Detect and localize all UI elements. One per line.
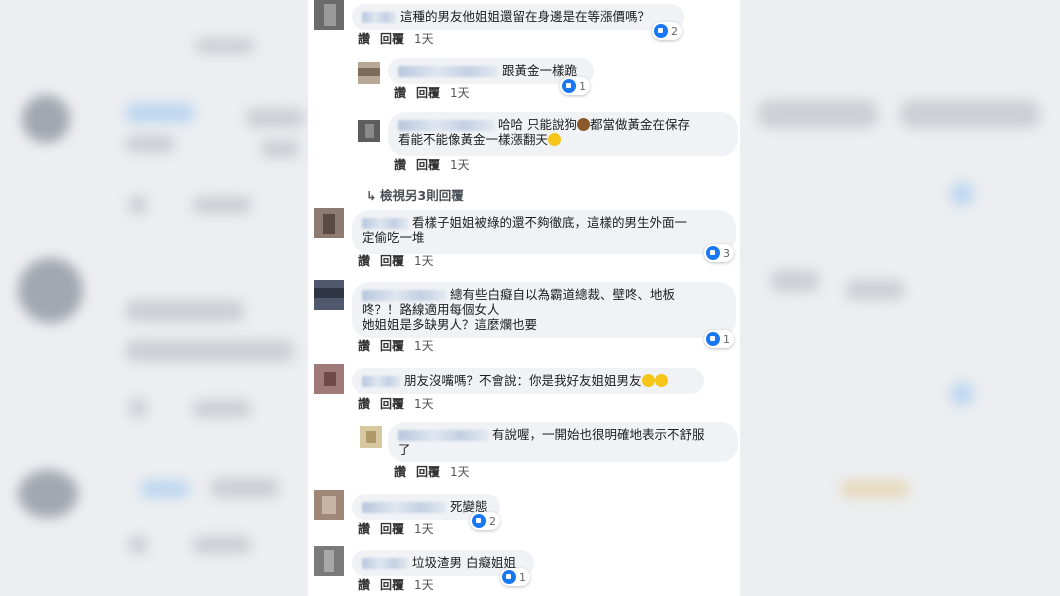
timestamp[interactable]: 1天 xyxy=(450,465,470,479)
comment-actions: 讚回覆 1天 xyxy=(358,395,444,412)
comment-actions: 讚回覆 1天 xyxy=(358,252,444,269)
comment-text: 了 xyxy=(398,442,411,457)
comment-actions: 讚回覆 1天 xyxy=(358,337,444,354)
blurred-author-name[interactable] xyxy=(362,502,446,513)
comment-text: 咚？！路線適用每個女人 xyxy=(362,302,500,317)
reaction-count[interactable]: 1 xyxy=(500,568,530,586)
timestamp[interactable]: 1天 xyxy=(414,522,434,536)
reply-button[interactable]: 回覆 xyxy=(380,254,404,268)
comment-actions: 讚回覆 1天 xyxy=(358,30,444,47)
avatar[interactable] xyxy=(314,208,344,238)
comment-actions: 讚回覆 1天 xyxy=(394,156,480,173)
comment-feed: 這種的男友他姐姐還留在身邊是在等漲價嗎？ 2 讚回覆 1天 跟黃金一樣跪 1 讚回… xyxy=(308,0,740,596)
timestamp[interactable]: 1天 xyxy=(450,158,470,172)
comment-text: 哈哈 只能說狗 xyxy=(498,117,577,132)
laughing-emoji-icon xyxy=(654,374,668,387)
reply-button[interactable]: 回覆 xyxy=(380,339,404,353)
reaction-count[interactable]: 3 xyxy=(704,244,734,262)
reply-arrow-icon: ↳ xyxy=(366,188,377,203)
like-button[interactable]: 讚 xyxy=(358,32,370,46)
comment-text: 跟黃金一樣跪 xyxy=(502,63,578,78)
thumbs-up-icon xyxy=(472,514,486,528)
reply-button[interactable]: 回覆 xyxy=(416,465,440,479)
like-button[interactable]: 讚 xyxy=(358,397,370,411)
laughing-emoji-icon xyxy=(548,133,562,146)
like-button[interactable]: 讚 xyxy=(394,465,406,479)
comment-actions: 讚回覆 1天 xyxy=(394,463,480,480)
like-button[interactable]: 讚 xyxy=(358,578,370,592)
timestamp[interactable]: 1天 xyxy=(450,86,470,100)
thumbs-up-icon xyxy=(654,24,668,38)
timestamp[interactable]: 1天 xyxy=(414,339,434,353)
comment-text: 看樣子姐姐被綠的還不夠徹底，這樣的男生外面一 xyxy=(412,215,688,230)
laughing-emoji-icon xyxy=(641,374,655,387)
comment-actions: 讚回覆 1天 xyxy=(394,84,480,101)
comment-bubble: 這種的男友他姐姐還留在身邊是在等漲價嗎？ xyxy=(352,4,684,30)
blurred-author-name[interactable] xyxy=(362,376,400,387)
avatar[interactable] xyxy=(314,364,344,394)
reaction-count[interactable]: 2 xyxy=(470,512,500,530)
blurred-author-name[interactable] xyxy=(362,558,408,569)
poop-emoji-icon xyxy=(576,118,590,131)
comment-text: 有說喔，一開始也很明確地表示不舒服 xyxy=(492,427,705,442)
timestamp[interactable]: 1天 xyxy=(414,254,434,268)
reaction-count[interactable]: 2 xyxy=(652,22,682,40)
comment-actions: 讚回覆 1天 xyxy=(358,576,444,593)
like-button[interactable]: 讚 xyxy=(394,86,406,100)
comment-bubble: 有說喔，一開始也很明確地表示不舒服 了 xyxy=(388,422,738,462)
timestamp[interactable]: 1天 xyxy=(414,397,434,411)
reply-button[interactable]: 回覆 xyxy=(416,158,440,172)
avatar[interactable] xyxy=(314,0,344,30)
blurred-background-right xyxy=(740,0,1060,596)
timestamp[interactable]: 1天 xyxy=(414,578,434,592)
thumbs-up-icon xyxy=(562,79,576,93)
timestamp[interactable]: 1天 xyxy=(414,32,434,46)
comment-bubble: 總有些白癡自以為霸道總裁、壁咚、地板 咚？！路線適用每個女人 她姐姐是多缺男人？… xyxy=(352,282,736,338)
comment-bubble: 朋友沒嘴嗎？不會說：你是我好友姐姐男友 xyxy=(352,368,704,394)
comment-text: 這種的男友他姐姐還留在身邊是在等漲價嗎？ xyxy=(400,9,651,24)
thumbs-up-icon xyxy=(706,246,720,260)
comment-text: 朋友沒嘴嗎？不會說：你是我好友姐姐男友 xyxy=(404,373,642,388)
blurred-author-name[interactable] xyxy=(362,12,396,23)
blurred-author-name[interactable] xyxy=(398,66,498,77)
avatar[interactable] xyxy=(314,490,344,520)
avatar[interactable] xyxy=(360,426,382,448)
comment-text: 總有些白癡自以為霸道總裁、壁咚、地板 xyxy=(450,287,676,302)
blurred-author-name[interactable] xyxy=(362,218,408,229)
reply-button[interactable]: 回覆 xyxy=(380,578,404,592)
thumbs-up-icon xyxy=(706,332,720,346)
comment-text: 定偷吃一堆 xyxy=(362,230,425,245)
reaction-count[interactable]: 1 xyxy=(560,77,590,95)
comment-actions: 讚回覆 1天 xyxy=(358,520,444,537)
blurred-author-name[interactable] xyxy=(398,430,488,441)
like-button[interactable]: 讚 xyxy=(394,158,406,172)
view-more-replies-link[interactable]: ↳ 檢視另3則回覆 xyxy=(366,185,464,204)
comment-bubble: 看樣子姐姐被綠的還不夠徹底，這樣的男生外面一 定偷吃一堆 xyxy=(352,210,736,254)
comment-bubble: 哈哈 只能說狗 都當做黃金在保存 看能不能像黃金一樣漲翻天 xyxy=(388,112,738,156)
reply-button[interactable]: 回覆 xyxy=(380,522,404,536)
avatar[interactable] xyxy=(314,280,344,310)
comment-text: 看能不能像黃金一樣漲翻天 xyxy=(398,132,549,147)
thumbs-up-icon xyxy=(502,570,516,584)
blurred-author-name[interactable] xyxy=(362,290,446,301)
reaction-count[interactable]: 1 xyxy=(704,330,734,348)
avatar[interactable] xyxy=(358,120,380,142)
reply-button[interactable]: 回覆 xyxy=(416,86,440,100)
like-button[interactable]: 讚 xyxy=(358,339,370,353)
blurred-background-left xyxy=(0,0,308,596)
like-button[interactable]: 讚 xyxy=(358,254,370,268)
reply-button[interactable]: 回覆 xyxy=(380,32,404,46)
reply-button[interactable]: 回覆 xyxy=(380,397,404,411)
avatar[interactable] xyxy=(314,546,344,576)
avatar[interactable] xyxy=(358,62,380,84)
like-button[interactable]: 讚 xyxy=(358,522,370,536)
comment-text: 她姐姐是多缺男人？這麼爛也要 xyxy=(362,317,538,332)
comment-text: 垃圾渣男 白癡姐姐 xyxy=(412,555,516,570)
blurred-author-name[interactable] xyxy=(398,120,494,131)
comment-text: 都當做黃金在保存 xyxy=(589,117,690,132)
